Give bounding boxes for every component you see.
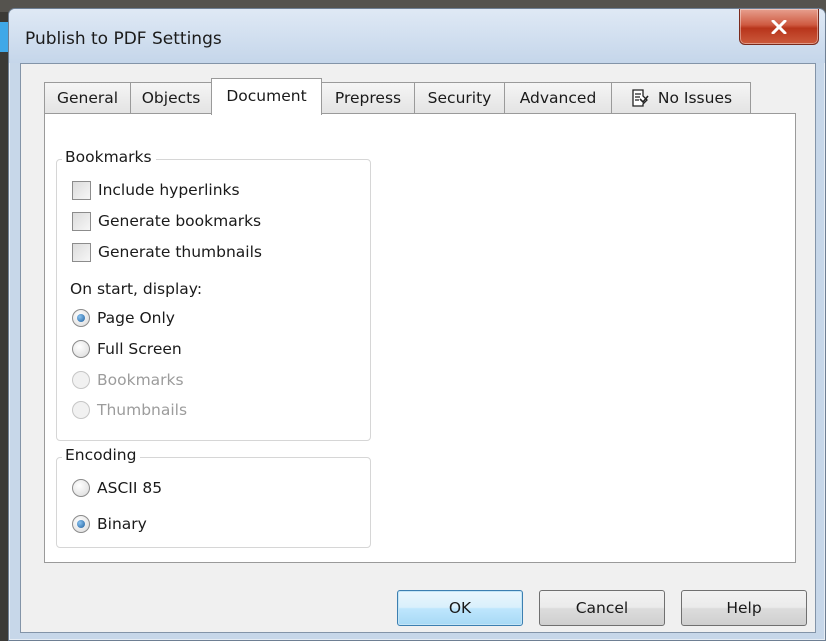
radio-button bbox=[72, 401, 90, 419]
close-button[interactable] bbox=[739, 9, 819, 45]
radio-button[interactable] bbox=[72, 515, 90, 533]
checkbox-box[interactable] bbox=[72, 242, 91, 262]
radio-button[interactable] bbox=[72, 309, 90, 327]
generate-thumbnails-checkbox[interactable]: Generate thumbnails bbox=[72, 240, 262, 264]
radio-label: Binary bbox=[97, 515, 147, 533]
tab-prepress[interactable]: Prepress bbox=[321, 82, 415, 114]
tab-panel-document: Bookmarks Include hyperlinks Generate bo… bbox=[44, 113, 796, 563]
group-label: Encoding bbox=[62, 446, 141, 464]
tab-label: Prepress bbox=[334, 89, 402, 107]
bookmarks-radio: Bookmarks bbox=[72, 368, 184, 392]
radio-label: Bookmarks bbox=[97, 371, 184, 389]
radio-label: ASCII 85 bbox=[97, 479, 163, 497]
generate-bookmarks-checkbox[interactable]: Generate bookmarks bbox=[72, 209, 261, 233]
radio-label: Page Only bbox=[97, 309, 175, 327]
tab-security[interactable]: Security bbox=[414, 82, 505, 114]
checkbox-label: Generate bookmarks bbox=[98, 212, 262, 230]
checkbox-label: Generate thumbnails bbox=[98, 243, 262, 261]
tab-label: No Issues bbox=[657, 89, 733, 107]
checkbox-box[interactable] bbox=[72, 180, 91, 200]
tab-label: Objects bbox=[141, 89, 201, 107]
tab-no-issues[interactable]: No Issues bbox=[611, 82, 751, 114]
group-label: Bookmarks bbox=[62, 148, 156, 166]
help-button[interactable]: Help bbox=[681, 590, 807, 626]
binary-radio[interactable]: Binary bbox=[72, 512, 147, 536]
tab-objects[interactable]: Objects bbox=[130, 82, 212, 114]
cancel-button[interactable]: Cancel bbox=[539, 590, 665, 626]
tab-label: General bbox=[56, 89, 119, 107]
tab-label: Document bbox=[226, 87, 307, 105]
tab-label: Security bbox=[427, 89, 492, 107]
ok-button[interactable]: OK bbox=[397, 590, 523, 626]
tab-label: Advanced bbox=[519, 89, 597, 107]
close-icon bbox=[771, 19, 787, 34]
radio-label: Full Screen bbox=[97, 340, 182, 358]
radio-button[interactable] bbox=[72, 479, 90, 497]
encoding-group: Encoding ASCII 85 Binary bbox=[56, 446, 371, 548]
bookmarks-group: Bookmarks Include hyperlinks Generate bo… bbox=[56, 148, 371, 441]
thumbnails-radio: Thumbnails bbox=[72, 398, 187, 422]
radio-label: Thumbnails bbox=[97, 401, 188, 419]
radio-button[interactable] bbox=[72, 340, 90, 358]
issues-icon bbox=[632, 89, 649, 107]
tab-advanced[interactable]: Advanced bbox=[504, 82, 612, 114]
checkbox-box[interactable] bbox=[72, 211, 91, 231]
checkbox-label: Include hyperlinks bbox=[98, 181, 240, 199]
dialog-title: Publish to PDF Settings bbox=[25, 29, 222, 49]
tab-general[interactable]: General bbox=[44, 82, 131, 114]
full-screen-radio[interactable]: Full Screen bbox=[72, 337, 182, 361]
include-hyperlinks-checkbox[interactable]: Include hyperlinks bbox=[72, 178, 240, 202]
tab-document[interactable]: Document bbox=[211, 78, 322, 115]
title-bar[interactable]: Publish to PDF Settings bbox=[9, 9, 825, 63]
display-label: On start, display: bbox=[70, 280, 203, 298]
page-only-radio[interactable]: Page Only bbox=[72, 306, 175, 330]
dialog-body: General Objects Document Prepress Securi… bbox=[20, 63, 816, 633]
radio-button bbox=[72, 371, 90, 389]
ascii85-radio[interactable]: ASCII 85 bbox=[72, 476, 162, 500]
dialog-window: Publish to PDF Settings General Objects … bbox=[8, 8, 826, 641]
